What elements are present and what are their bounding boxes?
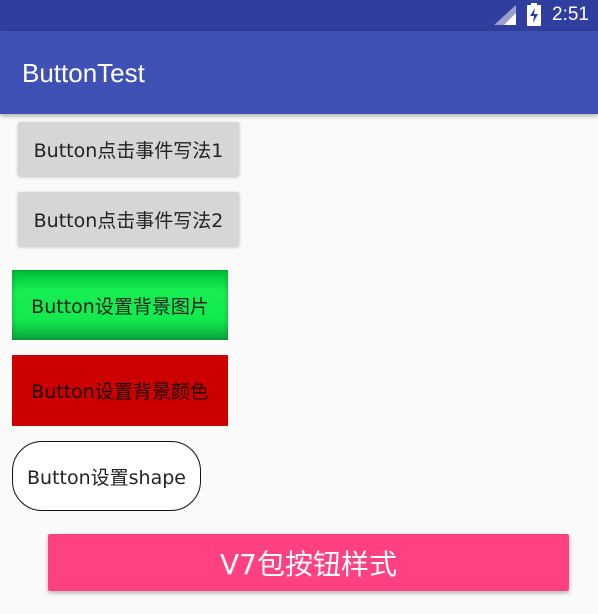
background-color-button[interactable]: Button设置背景颜色 [12,355,228,426]
click-method-1-button[interactable]: Button点击事件写法1 [18,122,239,176]
signal-icon [494,5,516,25]
click-method-2-button[interactable]: Button点击事件写法2 [18,192,239,246]
background-image-button[interactable]: Button设置背景图片 [12,270,228,340]
status-time: 2:51 [552,4,589,25]
battery-charging-icon [527,3,541,26]
app-bar: ButtonTest [0,31,598,114]
shape-button[interactable]: Button设置shape [12,441,201,511]
status-bar: 2:51 [0,0,598,31]
app-title: ButtonTest [22,58,145,88]
v7-style-button[interactable]: V7包按钮样式 [48,534,569,591]
